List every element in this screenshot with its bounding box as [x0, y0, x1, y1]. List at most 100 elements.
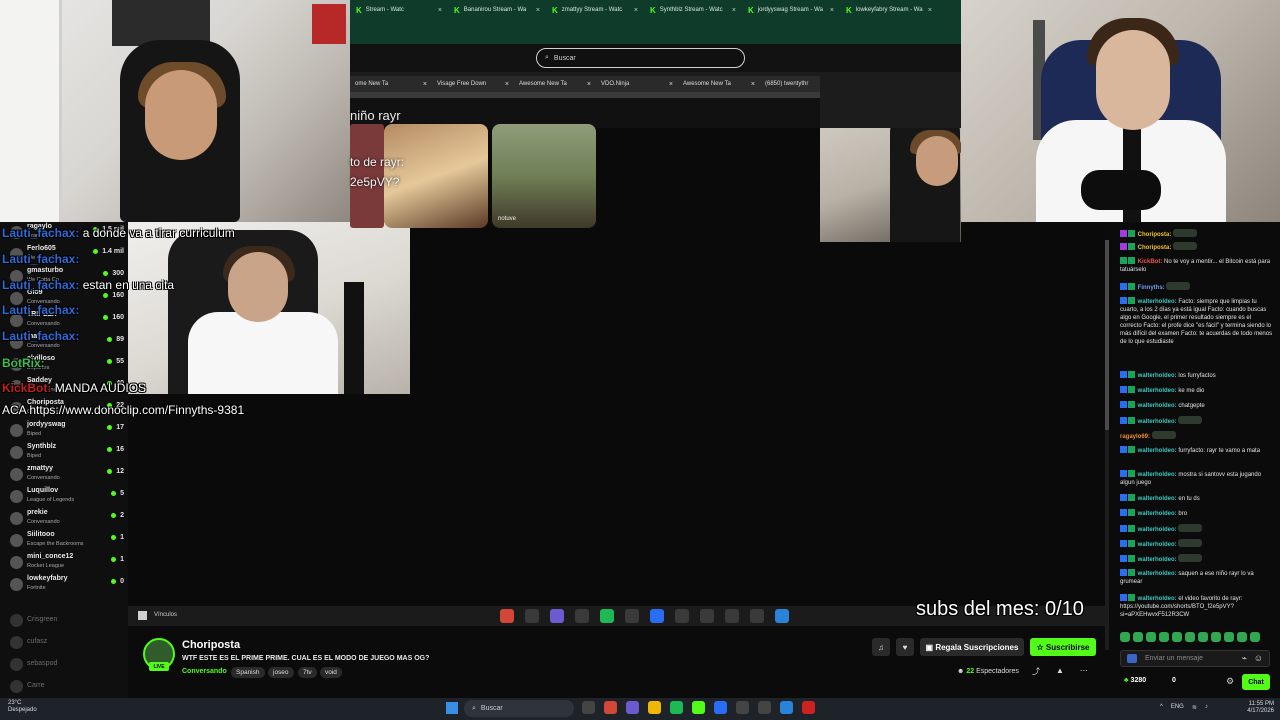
sidebar-channel-item[interactable]: Synthblz Biped 16	[6, 442, 124, 464]
stream-tag[interactable]: void	[320, 667, 342, 678]
search-input[interactable]: ⌕ Buscar	[536, 48, 745, 68]
close-icon[interactable]: ×	[505, 81, 509, 88]
sidebar-offline-channel[interactable]: Carre	[6, 676, 124, 698]
follow-button[interactable]: ♥	[896, 638, 914, 656]
close-icon[interactable]: ×	[928, 7, 932, 14]
folder-icon[interactable]	[648, 701, 661, 714]
emote-icon[interactable]	[1146, 632, 1156, 642]
more-icon[interactable]: ⋯	[1080, 666, 1088, 677]
close-icon[interactable]: ×	[830, 7, 834, 14]
emote-icon[interactable]	[1120, 632, 1130, 642]
volume-icon[interactable]: ♪	[1205, 704, 1208, 711]
emote-icon[interactable]	[1172, 632, 1182, 642]
browser-tab[interactable]: Kzmattyy Stream - Watc ×	[546, 0, 644, 20]
browser-tab[interactable]: (6850) twentythr×	[760, 76, 820, 92]
chat-username[interactable]: Choriposta:	[1138, 245, 1172, 251]
browser-tab[interactable]: Awesome New Ta ×	[514, 76, 596, 92]
browser-tab[interactable]: K Bananirou Stream - Wa ×	[448, 0, 546, 20]
sidebar-offline-channel[interactable]: cufasz	[6, 632, 124, 654]
report-icon[interactable]: ▲	[1056, 666, 1064, 677]
steam-icon[interactable]	[758, 701, 771, 714]
chat-username[interactable]: walterholdeo:	[1138, 542, 1177, 548]
emote-icon[interactable]	[1198, 632, 1208, 642]
close-icon[interactable]: ×	[423, 81, 427, 88]
sidebar-channel-item[interactable]: jordyyswag Biped 17	[6, 420, 124, 442]
chat-username[interactable]: walterholdeo:	[1138, 527, 1177, 533]
notification-bell-button[interactable]: ♫	[872, 638, 890, 656]
browser-tab[interactable]: Klowkeyfabry Stream - Wa ×	[840, 0, 938, 20]
chat-username[interactable]: walterholdeo:	[1138, 448, 1177, 454]
subscribe-button[interactable]: ☆ Suscribirse	[1030, 638, 1096, 656]
stream-tag[interactable]: joseo	[268, 667, 294, 678]
app-icon[interactable]	[802, 701, 815, 714]
weather-widget[interactable]: 23°C Despejado	[8, 700, 37, 714]
chat-scrollbar[interactable]	[1105, 240, 1109, 650]
taskbar-clock[interactable]: 11:55 PM 4/17/2026	[1240, 701, 1274, 715]
gift-subs-button[interactable]: ▣ Regala Suscripciones	[920, 638, 1024, 656]
chat-username[interactable]: KickBot:	[1138, 259, 1163, 265]
emote-icon[interactable]	[1250, 632, 1260, 642]
close-icon[interactable]: ×	[587, 81, 591, 88]
chat-username[interactable]: Finnyths:	[1138, 285, 1165, 291]
emote-icon[interactable]	[1211, 632, 1221, 642]
sidebar-channel-item[interactable]: mini_conce12 Rocket League 1	[6, 552, 124, 574]
chat-username[interactable]: walterholdeo:	[1138, 299, 1177, 305]
vscode-icon[interactable]	[780, 701, 793, 714]
chat-username[interactable]: walterholdeo:	[1138, 419, 1177, 425]
chat-message-input[interactable]: Enviar un mensaje ⌁ ☺	[1120, 650, 1270, 667]
stream-tag[interactable]: Spanish	[231, 667, 265, 678]
channel-points[interactable]: 3280	[1124, 677, 1147, 684]
app-icon[interactable]	[736, 701, 749, 714]
widgets-icon[interactable]	[582, 701, 595, 714]
close-icon[interactable]: ×	[732, 7, 736, 14]
chat-username[interactable]: walterholdeo:	[1138, 571, 1177, 577]
chrome-icon[interactable]	[604, 701, 617, 714]
slash-command-icon[interactable]: ⌁	[1242, 653, 1247, 664]
sidebar-channel-item[interactable]: Luquillov League of Legends 5	[6, 486, 124, 508]
app-icon[interactable]	[714, 701, 727, 714]
chat-username[interactable]: walterholdeo:	[1138, 596, 1177, 602]
sidebar-channel-item[interactable]: lowkeyfabry Fortnite 0	[6, 574, 124, 596]
close-icon[interactable]: ×	[634, 7, 638, 14]
browser-tab[interactable]: Awesome New Ta ×	[678, 76, 760, 92]
close-icon[interactable]: ×	[536, 7, 540, 14]
discord-icon[interactable]	[626, 701, 639, 714]
chat-username[interactable]: walterholdeo:	[1138, 557, 1177, 563]
sidebar-offline-channel[interactable]: Crisgreen	[6, 610, 124, 632]
spotify-icon[interactable]	[670, 701, 683, 714]
chat-username[interactable]: walterholdeo:	[1138, 496, 1177, 502]
channel-name[interactable]: Choriposta	[182, 639, 240, 651]
chat-username[interactable]: walterholdeo:	[1138, 373, 1177, 379]
browser-tab[interactable]: VDO.Ninja ×	[596, 76, 678, 92]
chat-username[interactable]: Choriposta:	[1138, 232, 1172, 238]
chat-send-button[interactable]: Chat	[1242, 674, 1270, 690]
close-icon[interactable]: ×	[438, 7, 442, 14]
browser-tab[interactable]: K Synthblz Stream - Watc ×	[644, 0, 742, 20]
emote-icon[interactable]	[1185, 632, 1195, 642]
emote-icon[interactable]	[1133, 632, 1143, 642]
sidebar-channel-item[interactable]: Siilitooo Escape the Backrooms 1	[6, 530, 124, 552]
language-indicator[interactable]: ENG	[1171, 704, 1184, 711]
stream-tag[interactable]: 7tv	[298, 667, 317, 678]
scrollbar-thumb[interactable]	[1105, 240, 1109, 430]
emote-picker-icon[interactable]	[1127, 654, 1137, 663]
windows-start-icon[interactable]	[446, 702, 458, 714]
wifi-icon[interactable]: ≋	[1192, 704, 1197, 711]
chat-username[interactable]: walterholdeo:	[1138, 403, 1177, 409]
emoji-icon[interactable]: ☺	[1254, 653, 1263, 663]
chevron-up-icon[interactable]: ^	[1160, 704, 1163, 711]
kick-icon[interactable]	[692, 701, 705, 714]
chat-username[interactable]: ragaylo69:	[1120, 434, 1150, 440]
browser-tab[interactable]: K Stream - Watc ×	[350, 0, 448, 20]
stream-category[interactable]: Conversando	[182, 668, 227, 675]
sidebar-offline-channel[interactable]: sebaspod	[6, 654, 124, 676]
sidebar-channel-item[interactable]: prekie Conversando 2	[6, 508, 124, 530]
share-icon[interactable]: ⤴	[1032, 666, 1040, 677]
taskbar-search[interactable]: ⌕ Buscar	[464, 700, 574, 717]
chat-username[interactable]: walterholdeo:	[1138, 388, 1177, 394]
emote-icon[interactable]	[1237, 632, 1247, 642]
image-result[interactable]	[492, 124, 596, 228]
chat-username[interactable]: walterholdeo:	[1138, 472, 1177, 478]
chat-username[interactable]: walterholdeo:	[1138, 511, 1177, 517]
sidebar-channel-item[interactable]: zmattyy Conversando 12	[6, 464, 124, 486]
